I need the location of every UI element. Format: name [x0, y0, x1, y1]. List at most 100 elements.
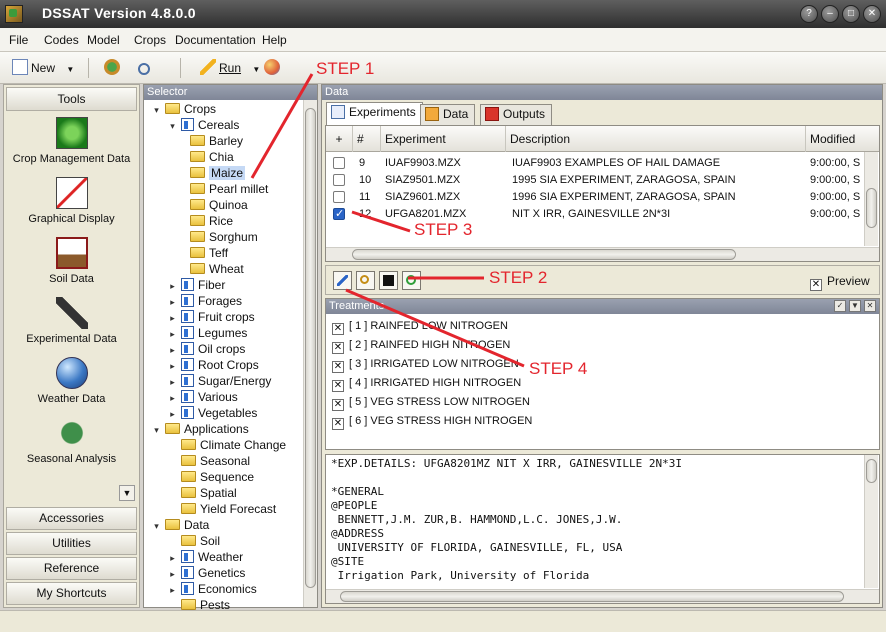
- tree-node-yield-forecast[interactable]: Yield Forecast: [168, 501, 276, 517]
- treatment-checkbox[interactable]: ✕: [332, 342, 344, 354]
- tree-node-crops[interactable]: ▾ Crops: [152, 101, 216, 117]
- tree-node-rice[interactable]: Rice: [190, 213, 233, 229]
- file-horizontal-scrollbar[interactable]: [326, 589, 879, 603]
- maximize-button[interactable]: □: [842, 5, 860, 23]
- new-dropdown-arrow-icon[interactable]: ▼: [66, 65, 74, 74]
- run-button[interactable]: Run ▼: [200, 58, 260, 78]
- preview-checkbox[interactable]: ✕: [810, 279, 822, 291]
- minimize-button[interactable]: –: [821, 5, 839, 23]
- tree-node-vegetables[interactable]: ▸ Vegetables: [168, 405, 257, 421]
- collapse-icon[interactable]: ▾: [152, 522, 161, 531]
- tree-node-sorghum[interactable]: Sorghum: [190, 229, 258, 245]
- tree-node-root-crops[interactable]: ▸ Root Crops: [168, 357, 259, 373]
- scroll-down-icon[interactable]: ▼: [119, 485, 135, 501]
- expand-icon[interactable]: ▸: [168, 570, 177, 579]
- run-dropdown-arrow-icon[interactable]: ▼: [252, 65, 260, 74]
- tree-node-maize[interactable]: Maize: [190, 165, 246, 181]
- tree-node-sugar-energy[interactable]: ▸ Sugar/Energy: [168, 373, 271, 389]
- tree-node-genetics[interactable]: ▸ Genetics: [168, 565, 245, 581]
- command-prompt-button[interactable]: [379, 271, 398, 290]
- expand-icon[interactable]: ▸: [168, 346, 177, 355]
- treatment-checkbox[interactable]: ✕: [332, 418, 344, 430]
- tab-experiments[interactable]: Experiments: [326, 102, 423, 125]
- treatment-checkbox[interactable]: ✕: [332, 323, 344, 335]
- help-window-button[interactable]: ?: [800, 5, 818, 23]
- tools-header[interactable]: Tools: [6, 87, 137, 111]
- column-experiment[interactable]: Experiment: [381, 126, 506, 152]
- tree-node-data[interactable]: ▾ Data: [152, 517, 209, 533]
- menu-file[interactable]: File: [9, 33, 28, 47]
- treatment-item[interactable]: ✕ [ 4 ] IRRIGATED HIGH NITROGEN: [332, 375, 521, 392]
- expand-icon[interactable]: ▸: [168, 362, 177, 371]
- expand-icon[interactable]: ▸: [168, 410, 177, 419]
- menu-codes[interactable]: Codes: [44, 33, 79, 47]
- treatment-checkbox[interactable]: ✕: [332, 399, 344, 411]
- close-panel-icon[interactable]: ✕: [864, 300, 876, 312]
- reference-section[interactable]: Reference: [6, 557, 137, 580]
- file-horizontal-thumb[interactable]: [340, 591, 844, 602]
- tree-node-forages[interactable]: ▸ Forages: [168, 293, 242, 309]
- treatment-checkbox[interactable]: ✕: [332, 380, 344, 392]
- my-shortcuts-section[interactable]: My Shortcuts: [6, 582, 137, 605]
- tree-node-pearl-millet[interactable]: Pearl millet: [190, 181, 268, 197]
- treatment-item[interactable]: ✕ [ 1 ] RAINFED LOW NITROGEN: [332, 318, 508, 335]
- tree-node-fruit-crops[interactable]: ▸ Fruit crops: [168, 309, 255, 325]
- treatment-item[interactable]: ✕ [ 6 ] VEG STRESS HIGH NITROGEN: [332, 413, 532, 430]
- search-experiment-button[interactable]: [356, 271, 375, 290]
- row-checkbox[interactable]: [333, 157, 345, 169]
- expand-icon[interactable]: ▸: [168, 554, 177, 563]
- search-tool-button[interactable]: [138, 58, 153, 78]
- tree-node-cereals[interactable]: ▾ Cereals: [168, 117, 239, 133]
- refresh-button[interactable]: [402, 271, 421, 290]
- tree-node-barley[interactable]: Barley: [190, 133, 243, 149]
- tree-node-economics[interactable]: ▸ Economics: [168, 581, 257, 597]
- tree-node-sequence[interactable]: Sequence: [168, 469, 254, 485]
- weather-data-tool[interactable]: Weather Data: [4, 357, 139, 405]
- table-row[interactable]: 12UFGA8201.MZXNIT X IRR, GAINESVILLE 2N*…: [326, 206, 863, 223]
- file-vertical-scrollbar[interactable]: [864, 455, 878, 588]
- column-description[interactable]: Description: [506, 126, 806, 152]
- grid-horizontal-thumb[interactable]: [352, 249, 736, 260]
- collapse-icon[interactable]: ▾: [152, 426, 161, 435]
- tree-node-teff[interactable]: Teff: [190, 245, 228, 261]
- check-all-icon[interactable]: ✓: [834, 300, 846, 312]
- expand-icon[interactable]: ▸: [168, 330, 177, 339]
- crop-management-data-tool[interactable]: Crop Management Data: [4, 117, 139, 165]
- preview-toggle[interactable]: ✕ Preview: [810, 274, 870, 291]
- utilities-section[interactable]: Utilities: [6, 532, 137, 555]
- tab-data[interactable]: Data: [420, 104, 476, 125]
- table-row[interactable]: 10 SIAZ9501.MZX 1995 SIA EXPERIMENT, ZARAG…: [326, 172, 863, 189]
- menu-documentation[interactable]: Documentation: [175, 33, 256, 47]
- graphical-display-tool[interactable]: Graphical Display: [4, 177, 139, 225]
- table-row[interactable]: 9 IUAF9903.MZX IUAF9903 EXAMPLES OF HAIL D…: [326, 155, 863, 172]
- seasonal-analysis-tool[interactable]: Seasonal Analysis: [4, 417, 139, 465]
- expand-icon[interactable]: ▸: [168, 298, 177, 307]
- expand-icon[interactable]: ▸: [168, 282, 177, 291]
- menu-model[interactable]: Model: [87, 33, 120, 47]
- selector-scroll-thumb[interactable]: [305, 108, 316, 588]
- column-select-all[interactable]: +: [326, 126, 353, 152]
- tree-node-oil-crops[interactable]: ▸ Oil crops: [168, 341, 245, 357]
- tree-node-wheat[interactable]: Wheat: [190, 261, 244, 277]
- expand-icon[interactable]: ▸: [168, 378, 177, 387]
- collapse-icon[interactable]: ▼: [849, 300, 861, 312]
- menu-crops[interactable]: Crops: [134, 33, 166, 47]
- menu-help[interactable]: Help: [262, 33, 287, 47]
- collapse-icon[interactable]: ▾: [152, 106, 161, 115]
- soil-data-tool[interactable]: Soil Data: [4, 237, 139, 285]
- tab-outputs[interactable]: Outputs: [480, 104, 553, 125]
- row-checkbox[interactable]: [333, 206, 345, 223]
- row-checkbox[interactable]: [333, 174, 345, 186]
- row-checkbox[interactable]: [333, 191, 345, 203]
- grid-vertical-scrollbar[interactable]: [864, 152, 878, 246]
- globe-tool-button[interactable]: [264, 58, 283, 78]
- grid-horizontal-scrollbar[interactable]: [326, 247, 879, 261]
- file-vertical-thumb[interactable]: [866, 459, 877, 483]
- new-button[interactable]: New ▼: [12, 58, 74, 78]
- grid-vertical-thumb[interactable]: [866, 188, 877, 228]
- close-button[interactable]: ✕: [863, 5, 881, 23]
- column-modified[interactable]: Modified: [806, 126, 864, 152]
- experimental-data-tool[interactable]: Experimental Data: [4, 297, 139, 345]
- column-number[interactable]: #: [353, 126, 381, 152]
- selector-scrollbar[interactable]: [303, 100, 317, 607]
